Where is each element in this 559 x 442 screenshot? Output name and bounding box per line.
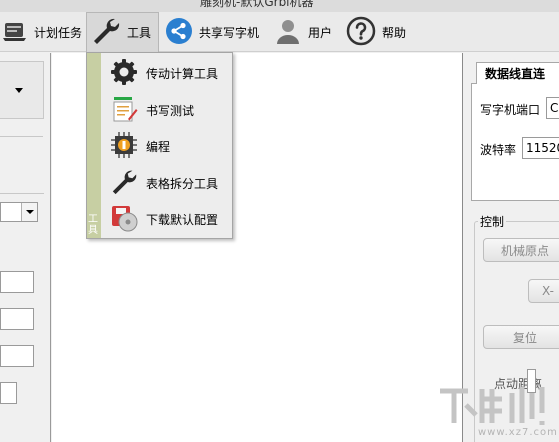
gear-icon bbox=[110, 58, 138, 89]
menu-share-writer[interactable]: 共享写字机 bbox=[165, 12, 259, 52]
menu-plan-tasks[interactable]: 计划任务 bbox=[2, 12, 82, 52]
user-icon bbox=[274, 17, 302, 48]
help-icon bbox=[346, 16, 376, 49]
watermark-graphic bbox=[440, 387, 545, 425]
divider bbox=[0, 193, 44, 194]
tools-menu-strip-label: 工具 bbox=[88, 214, 98, 236]
wrench-icon bbox=[110, 168, 138, 199]
divider bbox=[0, 136, 43, 137]
menu-item-programming[interactable]: 编程 bbox=[102, 128, 233, 164]
port-field[interactable]: C bbox=[546, 97, 559, 119]
menu-item-transmission-calc[interactable]: 传动计算工具 bbox=[102, 55, 233, 91]
task-icon bbox=[2, 18, 28, 47]
chevron-down-icon[interactable] bbox=[21, 203, 37, 221]
left-input[interactable] bbox=[0, 271, 34, 293]
tab-usb-direct[interactable]: 数据线直连 bbox=[476, 62, 559, 84]
title-bar: 雕刻机-默认Grbl机器 bbox=[0, 0, 559, 12]
writing-test-icon bbox=[110, 95, 138, 126]
left-input[interactable] bbox=[0, 308, 34, 330]
tools-menu: 工具 传动计算工具 书写测试 编程 表格拆分工具 下载默认配置 bbox=[86, 52, 233, 239]
menu-tools[interactable]: 工具 bbox=[86, 12, 159, 52]
left-combo[interactable] bbox=[0, 202, 38, 222]
menu-item-writing-test[interactable]: 书写测试 bbox=[102, 92, 233, 128]
left-panel bbox=[0, 53, 51, 442]
chip-icon bbox=[110, 131, 138, 162]
menu-bar: 计划任务 工具 共享写字机 用户 帮助 bbox=[0, 12, 559, 52]
share-icon bbox=[165, 17, 193, 48]
reset-button[interactable]: 复位 bbox=[483, 325, 559, 349]
left-input[interactable] bbox=[0, 345, 34, 367]
watermark-logo: www.xz7.com bbox=[436, 383, 559, 442]
baud-label: 波特率 bbox=[480, 143, 517, 157]
download-config-icon bbox=[110, 204, 138, 235]
window-title: 雕刻机-默认Grbl机器 bbox=[200, 0, 314, 9]
watermark-url: www.xz7.com bbox=[478, 427, 558, 438]
menu-item-table-split[interactable]: 表格拆分工具 bbox=[102, 165, 233, 201]
port-label: 写字机端口 bbox=[480, 103, 541, 117]
x-minus-button[interactable]: X- bbox=[528, 279, 559, 303]
tools-menu-side-strip: 工具 bbox=[87, 53, 101, 238]
left-dropdown-button[interactable] bbox=[0, 61, 44, 119]
chevron-down-icon bbox=[15, 88, 23, 93]
menu-user[interactable]: 用户 bbox=[274, 12, 332, 52]
control-group-label: 控制 bbox=[478, 213, 507, 230]
menu-help[interactable]: 帮助 bbox=[346, 12, 406, 52]
home-button[interactable]: 机械原点 bbox=[483, 238, 559, 262]
wrench-icon bbox=[91, 16, 121, 49]
left-input[interactable] bbox=[0, 382, 17, 404]
menu-item-download-default-config[interactable]: 下载默认配置 bbox=[102, 201, 233, 237]
baud-field[interactable]: 11520 bbox=[522, 137, 559, 159]
